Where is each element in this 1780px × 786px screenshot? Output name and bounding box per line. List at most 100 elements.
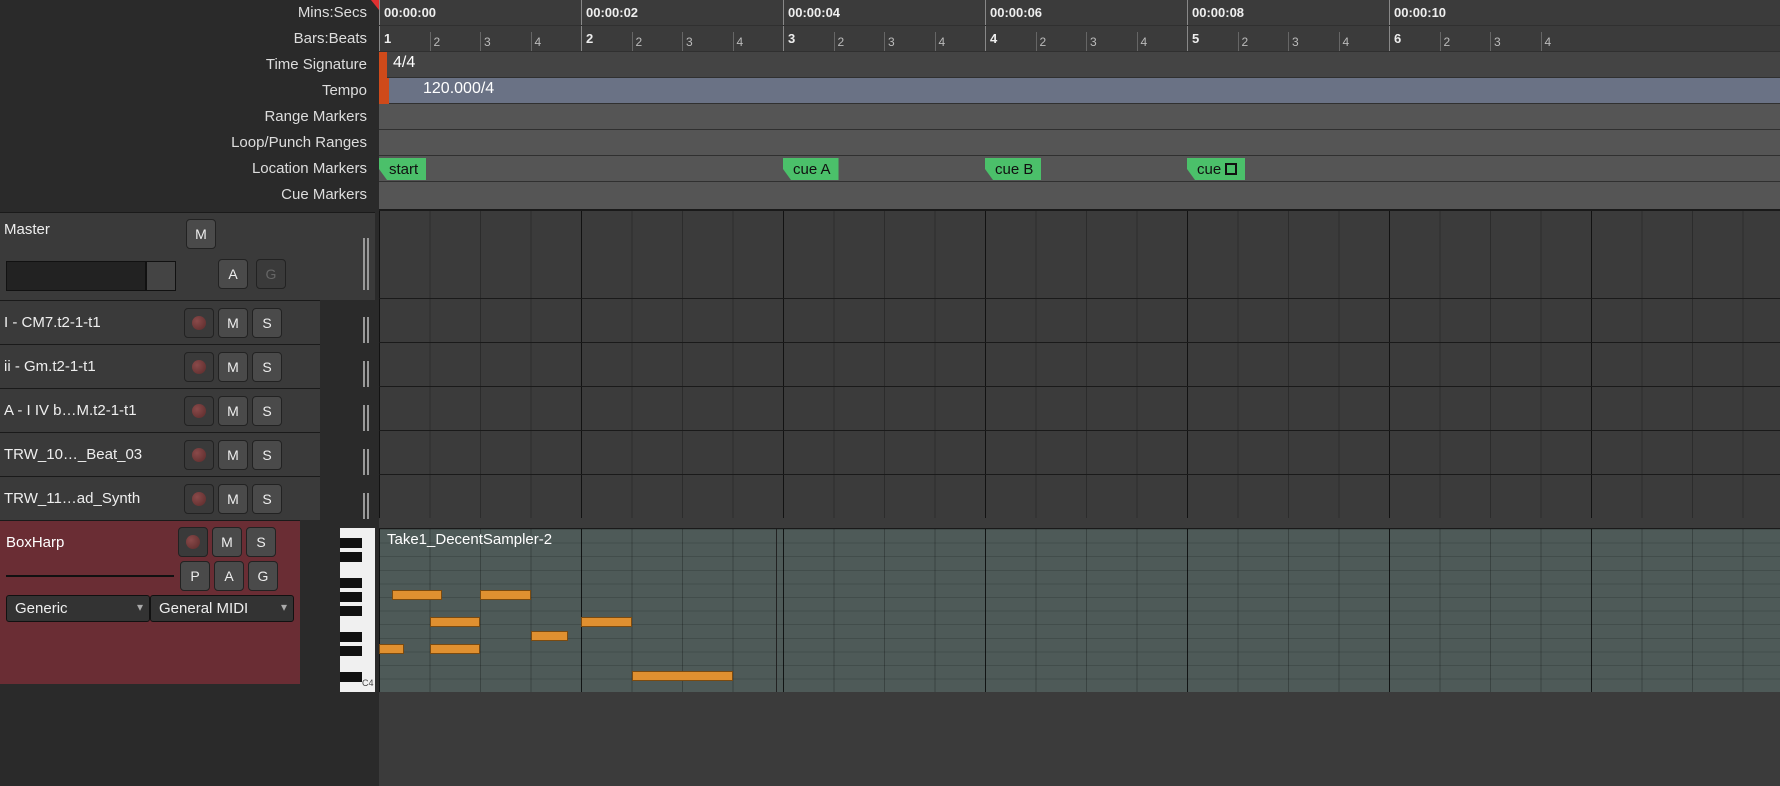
track-header[interactable]: A - I IV b…M.t2-1-t1 M S — [0, 388, 320, 432]
track-header-selected[interactable]: BoxHarp M S P A G Generic General MIDI — [0, 520, 300, 684]
track-lane[interactable] — [379, 386, 1780, 430]
timecode-tick: 00:00:04 — [783, 0, 840, 25]
track-headers-panel: Mins:Secs Bars:Beats Time Signature Temp… — [0, 0, 375, 786]
bar-tick: 2 — [581, 26, 593, 51]
group-button[interactable]: G — [248, 561, 278, 591]
midi-note[interactable] — [379, 644, 404, 654]
beat-tick: 2 — [834, 32, 845, 51]
master-track-header[interactable]: Master M A G — [0, 212, 375, 300]
master-fader-handle[interactable] — [146, 261, 176, 291]
location-marker[interactable]: cue — [1187, 158, 1245, 180]
track-lane-master[interactable] — [379, 210, 1780, 298]
mute-button[interactable]: M — [218, 484, 248, 514]
midi-note[interactable] — [430, 617, 481, 627]
beat-tick: 2 — [632, 32, 643, 51]
beat-tick: 4 — [1339, 32, 1350, 51]
record-arm-button[interactable] — [184, 352, 214, 382]
track-name: TRW_11…ad_Synth — [4, 490, 182, 507]
solo-button[interactable]: S — [252, 484, 282, 514]
timecode-tick: 00:00:10 — [1389, 0, 1446, 25]
midi-bank-select[interactable]: Generic — [6, 595, 150, 622]
mute-button[interactable]: M — [218, 352, 248, 382]
tracks-list: I - CM7.t2-1-t1 M S ii - Gm.t2-1-t1 M S … — [0, 300, 320, 520]
ruler-mins-secs[interactable]: 00:00:0000:00:0200:00:0400:00:0600:00:08… — [379, 0, 1780, 26]
midi-program-select[interactable]: General MIDI — [150, 595, 294, 622]
ruler-label-mins-secs[interactable]: Mins:Secs — [0, 0, 375, 26]
mute-button[interactable]: M — [218, 308, 248, 338]
location-marker[interactable]: cue A — [783, 158, 839, 180]
ruler-range-markers[interactable] — [379, 104, 1780, 130]
playlist-button[interactable]: P — [180, 561, 210, 591]
automation-button[interactable]: A — [214, 561, 244, 591]
track-fader-handle[interactable] — [146, 575, 174, 577]
ruler-cue-markers[interactable] — [379, 182, 1780, 210]
solo-button[interactable]: S — [246, 527, 276, 557]
timesig-value: 4/4 — [393, 54, 415, 72]
record-arm-button[interactable] — [184, 396, 214, 426]
ruler-label-cue-markers[interactable]: Cue Markers — [0, 182, 375, 208]
master-fader[interactable] — [6, 261, 176, 291]
midi-region-lane[interactable]: Take1_DecentSampler-2 — [379, 528, 1780, 692]
beat-tick: 4 — [531, 32, 542, 51]
tempo-flag-icon[interactable] — [379, 78, 389, 104]
location-marker[interactable]: cue B — [985, 158, 1041, 180]
mute-button[interactable]: M — [212, 527, 242, 557]
track-lane[interactable] — [379, 430, 1780, 474]
ruler-label-range-markers[interactable]: Range Markers — [0, 104, 375, 130]
track-fader-track — [6, 575, 146, 577]
mute-button[interactable]: M — [218, 440, 248, 470]
piano-ruler[interactable]: C4 — [340, 528, 375, 692]
ruler-location-markers[interactable]: start cue A cue B cue — [379, 156, 1780, 182]
track-lane[interactable] — [379, 298, 1780, 342]
ruler-label-loop-punch[interactable]: Loop/Punch Ranges — [0, 130, 375, 156]
bar-tick: 1 — [379, 26, 391, 51]
ruler-label-location-markers[interactable]: Location Markers — [0, 156, 375, 182]
beat-tick: 3 — [1288, 32, 1299, 51]
stop-box-icon — [1225, 163, 1237, 175]
track-lane[interactable] — [379, 342, 1780, 386]
record-arm-button[interactable] — [178, 527, 208, 557]
track-header[interactable]: I - CM7.t2-1-t1 M S — [0, 300, 320, 344]
ruler-time-signature[interactable]: 4/4 — [379, 52, 1780, 78]
ruler-label-time-signature[interactable]: Time Signature — [0, 52, 375, 78]
record-arm-button[interactable] — [184, 440, 214, 470]
mute-button[interactable]: M — [218, 396, 248, 426]
ruler-tempo[interactable]: 120.000/4 — [379, 78, 1780, 104]
solo-button[interactable]: S — [252, 308, 282, 338]
solo-button[interactable]: S — [252, 440, 282, 470]
record-arm-button[interactable] — [184, 308, 214, 338]
midi-note[interactable] — [392, 590, 443, 600]
master-mute-button[interactable]: M — [186, 219, 216, 249]
beat-tick: 3 — [1086, 32, 1097, 51]
midi-note[interactable] — [480, 590, 531, 600]
master-automation-button[interactable]: A — [218, 259, 248, 289]
track-name: ii - Gm.t2-1-t1 — [4, 358, 182, 375]
location-marker[interactable]: start — [379, 158, 426, 180]
midi-region-name: Take1_DecentSampler-2 — [387, 531, 552, 548]
timecode-tick: 00:00:06 — [985, 0, 1042, 25]
track-header[interactable]: ii - Gm.t2-1-t1 M S — [0, 344, 320, 388]
solo-button[interactable]: S — [252, 352, 282, 382]
midi-note[interactable] — [531, 631, 569, 641]
midi-note[interactable] — [581, 617, 632, 627]
midi-region-edge[interactable] — [776, 529, 777, 692]
track-lane[interactable] — [379, 474, 1780, 518]
ruler-label-bars-beats[interactable]: Bars:Beats — [0, 26, 375, 52]
ruler-loop-punch[interactable] — [379, 130, 1780, 156]
tempo-value: 120.000/4 — [423, 80, 494, 98]
midi-grid — [379, 529, 1780, 692]
ruler-labels: Mins:Secs Bars:Beats Time Signature Temp… — [0, 0, 375, 212]
meter-icon — [363, 238, 371, 291]
track-header[interactable]: TRW_10…_Beat_03 M S — [0, 432, 320, 476]
midi-note[interactable] — [430, 644, 481, 654]
ruler-label-tempo[interactable]: Tempo — [0, 78, 375, 104]
timesig-flag-icon[interactable] — [379, 52, 387, 78]
beat-tick: 4 — [1541, 32, 1552, 51]
ruler-bars-beats[interactable]: 123422343234423452346234 — [379, 26, 1780, 52]
master-group-button[interactable]: G — [256, 259, 286, 289]
track-header[interactable]: TRW_11…ad_Synth M S — [0, 476, 320, 520]
beat-tick: 2 — [1440, 32, 1451, 51]
midi-note[interactable] — [632, 671, 733, 681]
record-arm-button[interactable] — [184, 484, 214, 514]
solo-button[interactable]: S — [252, 396, 282, 426]
